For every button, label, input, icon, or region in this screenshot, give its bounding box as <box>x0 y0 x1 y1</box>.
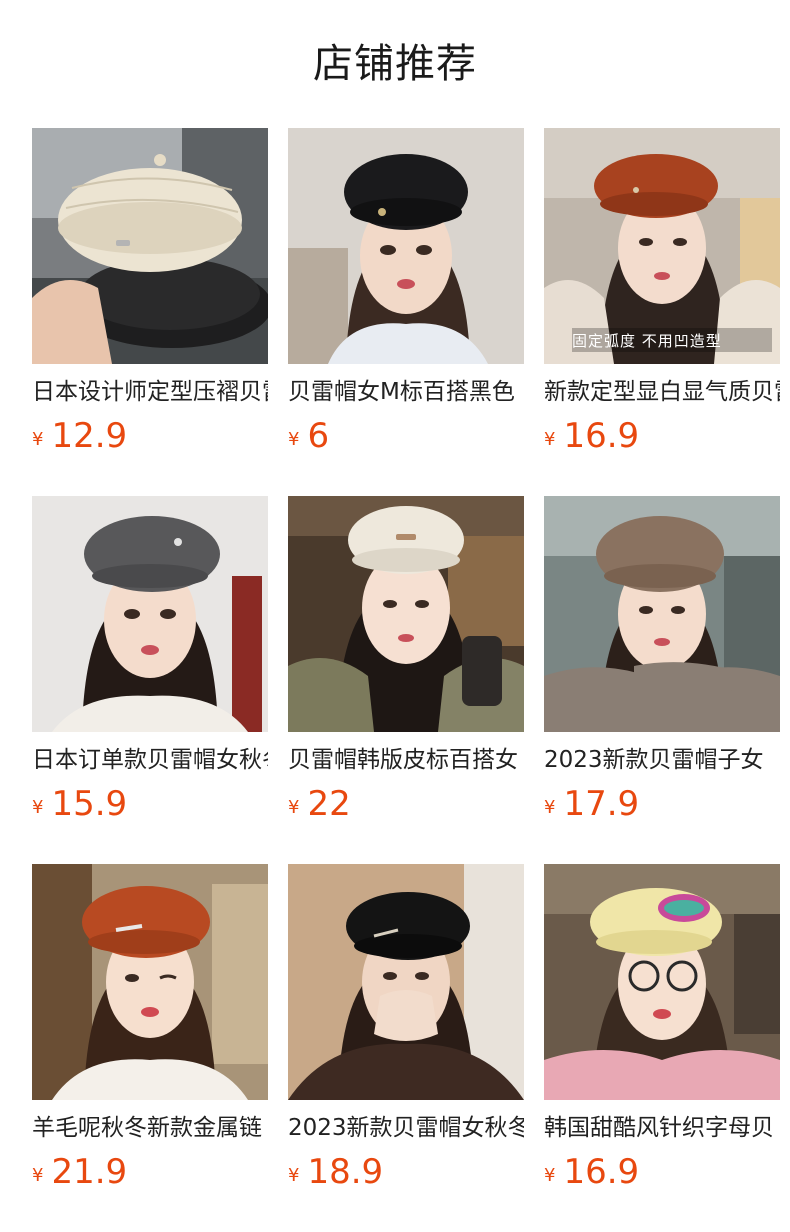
product-image[interactable] <box>32 864 268 1100</box>
product-card[interactable]: 羊毛呢秋冬新款金属链 ¥21.9 <box>32 864 268 1204</box>
price-value: 21.9 <box>51 1152 128 1192</box>
product-card[interactable]: 日本订单款贝雷帽女秋冬 ¥15.9 <box>32 496 268 836</box>
product-card[interactable]: 贝雷帽女M标百搭黑色 ¥6 <box>288 128 524 468</box>
product-card[interactable]: 2023新款贝雷帽女秋冬 ¥18.9 <box>288 864 524 1204</box>
product-name[interactable]: 日本订单款贝雷帽女秋冬 <box>32 744 268 778</box>
product-price: ¥6 <box>288 414 329 458</box>
product-image[interactable] <box>544 864 780 1100</box>
product-image[interactable] <box>544 496 780 732</box>
product-name[interactable]: 贝雷帽女M标百搭黑色 <box>288 376 524 410</box>
currency-symbol: ¥ <box>544 1165 556 1186</box>
product-name[interactable]: 新款定型显白显气质贝雷帽 <box>544 376 780 410</box>
currency-symbol: ¥ <box>288 1165 300 1186</box>
product-card[interactable]: 韩国甜酷风针织字母贝 ¥16.9 <box>544 864 780 1204</box>
product-image[interactable] <box>544 128 780 364</box>
product-price: ¥17.9 <box>544 782 639 826</box>
product-card[interactable]: 日本设计师定型压褶贝雷帽 ¥12.9 <box>32 128 268 468</box>
currency-symbol: ¥ <box>32 429 44 450</box>
page-header: 店铺推荐 <box>0 0 790 128</box>
currency-symbol: ¥ <box>32 1165 44 1186</box>
price-value: 17.9 <box>563 784 640 824</box>
currency-symbol: ¥ <box>544 429 556 450</box>
product-price: ¥22 <box>288 782 351 826</box>
product-image[interactable] <box>288 864 524 1100</box>
product-price: ¥16.9 <box>544 1150 639 1194</box>
product-name[interactable]: 2023新款贝雷帽女秋冬 <box>288 1112 524 1146</box>
price-value: 12.9 <box>51 416 128 456</box>
product-card[interactable]: 贝雷帽韩版皮标百搭女 ¥22 <box>288 496 524 836</box>
product-card[interactable]: 新款定型显白显气质贝雷帽 ¥16.9 <box>544 128 780 468</box>
product-name[interactable]: 韩国甜酷风针织字母贝 <box>544 1112 780 1146</box>
product-card[interactable]: 2023新款贝雷帽子女 ¥17.9 <box>544 496 780 836</box>
product-image[interactable] <box>288 128 524 364</box>
image-overlay-caption: 固定弧度 不用凹造型 <box>572 332 722 350</box>
price-value: 16.9 <box>563 416 640 456</box>
currency-symbol: ¥ <box>288 797 300 818</box>
currency-symbol: ¥ <box>32 797 44 818</box>
currency-symbol: ¥ <box>288 429 300 450</box>
product-name[interactable]: 羊毛呢秋冬新款金属链 <box>32 1112 268 1146</box>
page-title: 店铺推荐 <box>313 41 477 87</box>
product-image[interactable] <box>288 496 524 732</box>
product-image[interactable] <box>32 128 268 364</box>
product-price: ¥18.9 <box>288 1150 383 1194</box>
product-image[interactable] <box>32 496 268 732</box>
product-price: ¥15.9 <box>32 782 127 826</box>
price-value: 22 <box>307 784 351 824</box>
product-price: ¥21.9 <box>32 1150 127 1194</box>
price-value: 6 <box>307 416 330 456</box>
currency-symbol: ¥ <box>544 797 556 818</box>
price-value: 15.9 <box>51 784 128 824</box>
price-value: 16.9 <box>563 1152 640 1192</box>
product-name[interactable]: 贝雷帽韩版皮标百搭女 <box>288 744 524 778</box>
price-value: 18.9 <box>307 1152 384 1192</box>
product-name[interactable]: 2023新款贝雷帽子女 <box>544 744 780 778</box>
product-price: ¥16.9 <box>544 414 639 458</box>
product-price: ¥12.9 <box>32 414 127 458</box>
product-name[interactable]: 日本设计师定型压褶贝雷帽 <box>32 376 268 410</box>
